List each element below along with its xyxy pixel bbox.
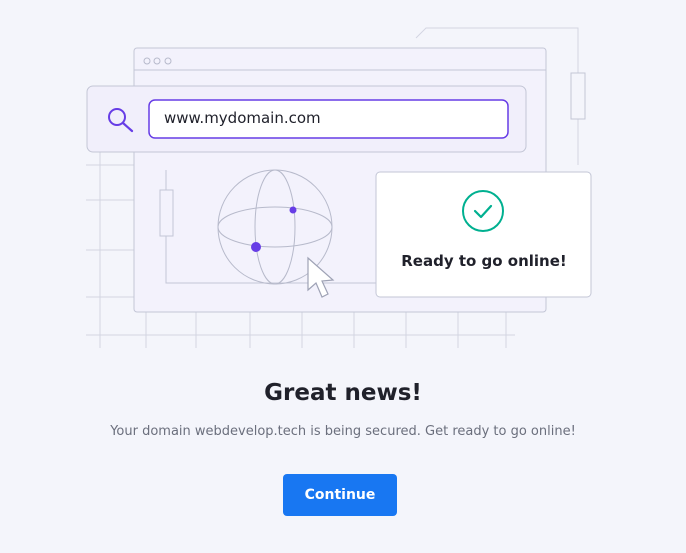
- page-title: Great news!: [264, 380, 422, 406]
- right-slider-handle: [570, 72, 586, 120]
- continue-button[interactable]: Continue: [283, 474, 397, 516]
- page-subtitle: Your domain webdevelop.tech is being sec…: [110, 424, 576, 439]
- illustration-graphic: [86, 27, 592, 348]
- url-text: www.mydomain.com: [164, 109, 321, 127]
- status-card-label: Ready to go online!: [401, 252, 567, 270]
- domain-illustration: [0, 0, 686, 360]
- left-slider-handle: [159, 189, 174, 237]
